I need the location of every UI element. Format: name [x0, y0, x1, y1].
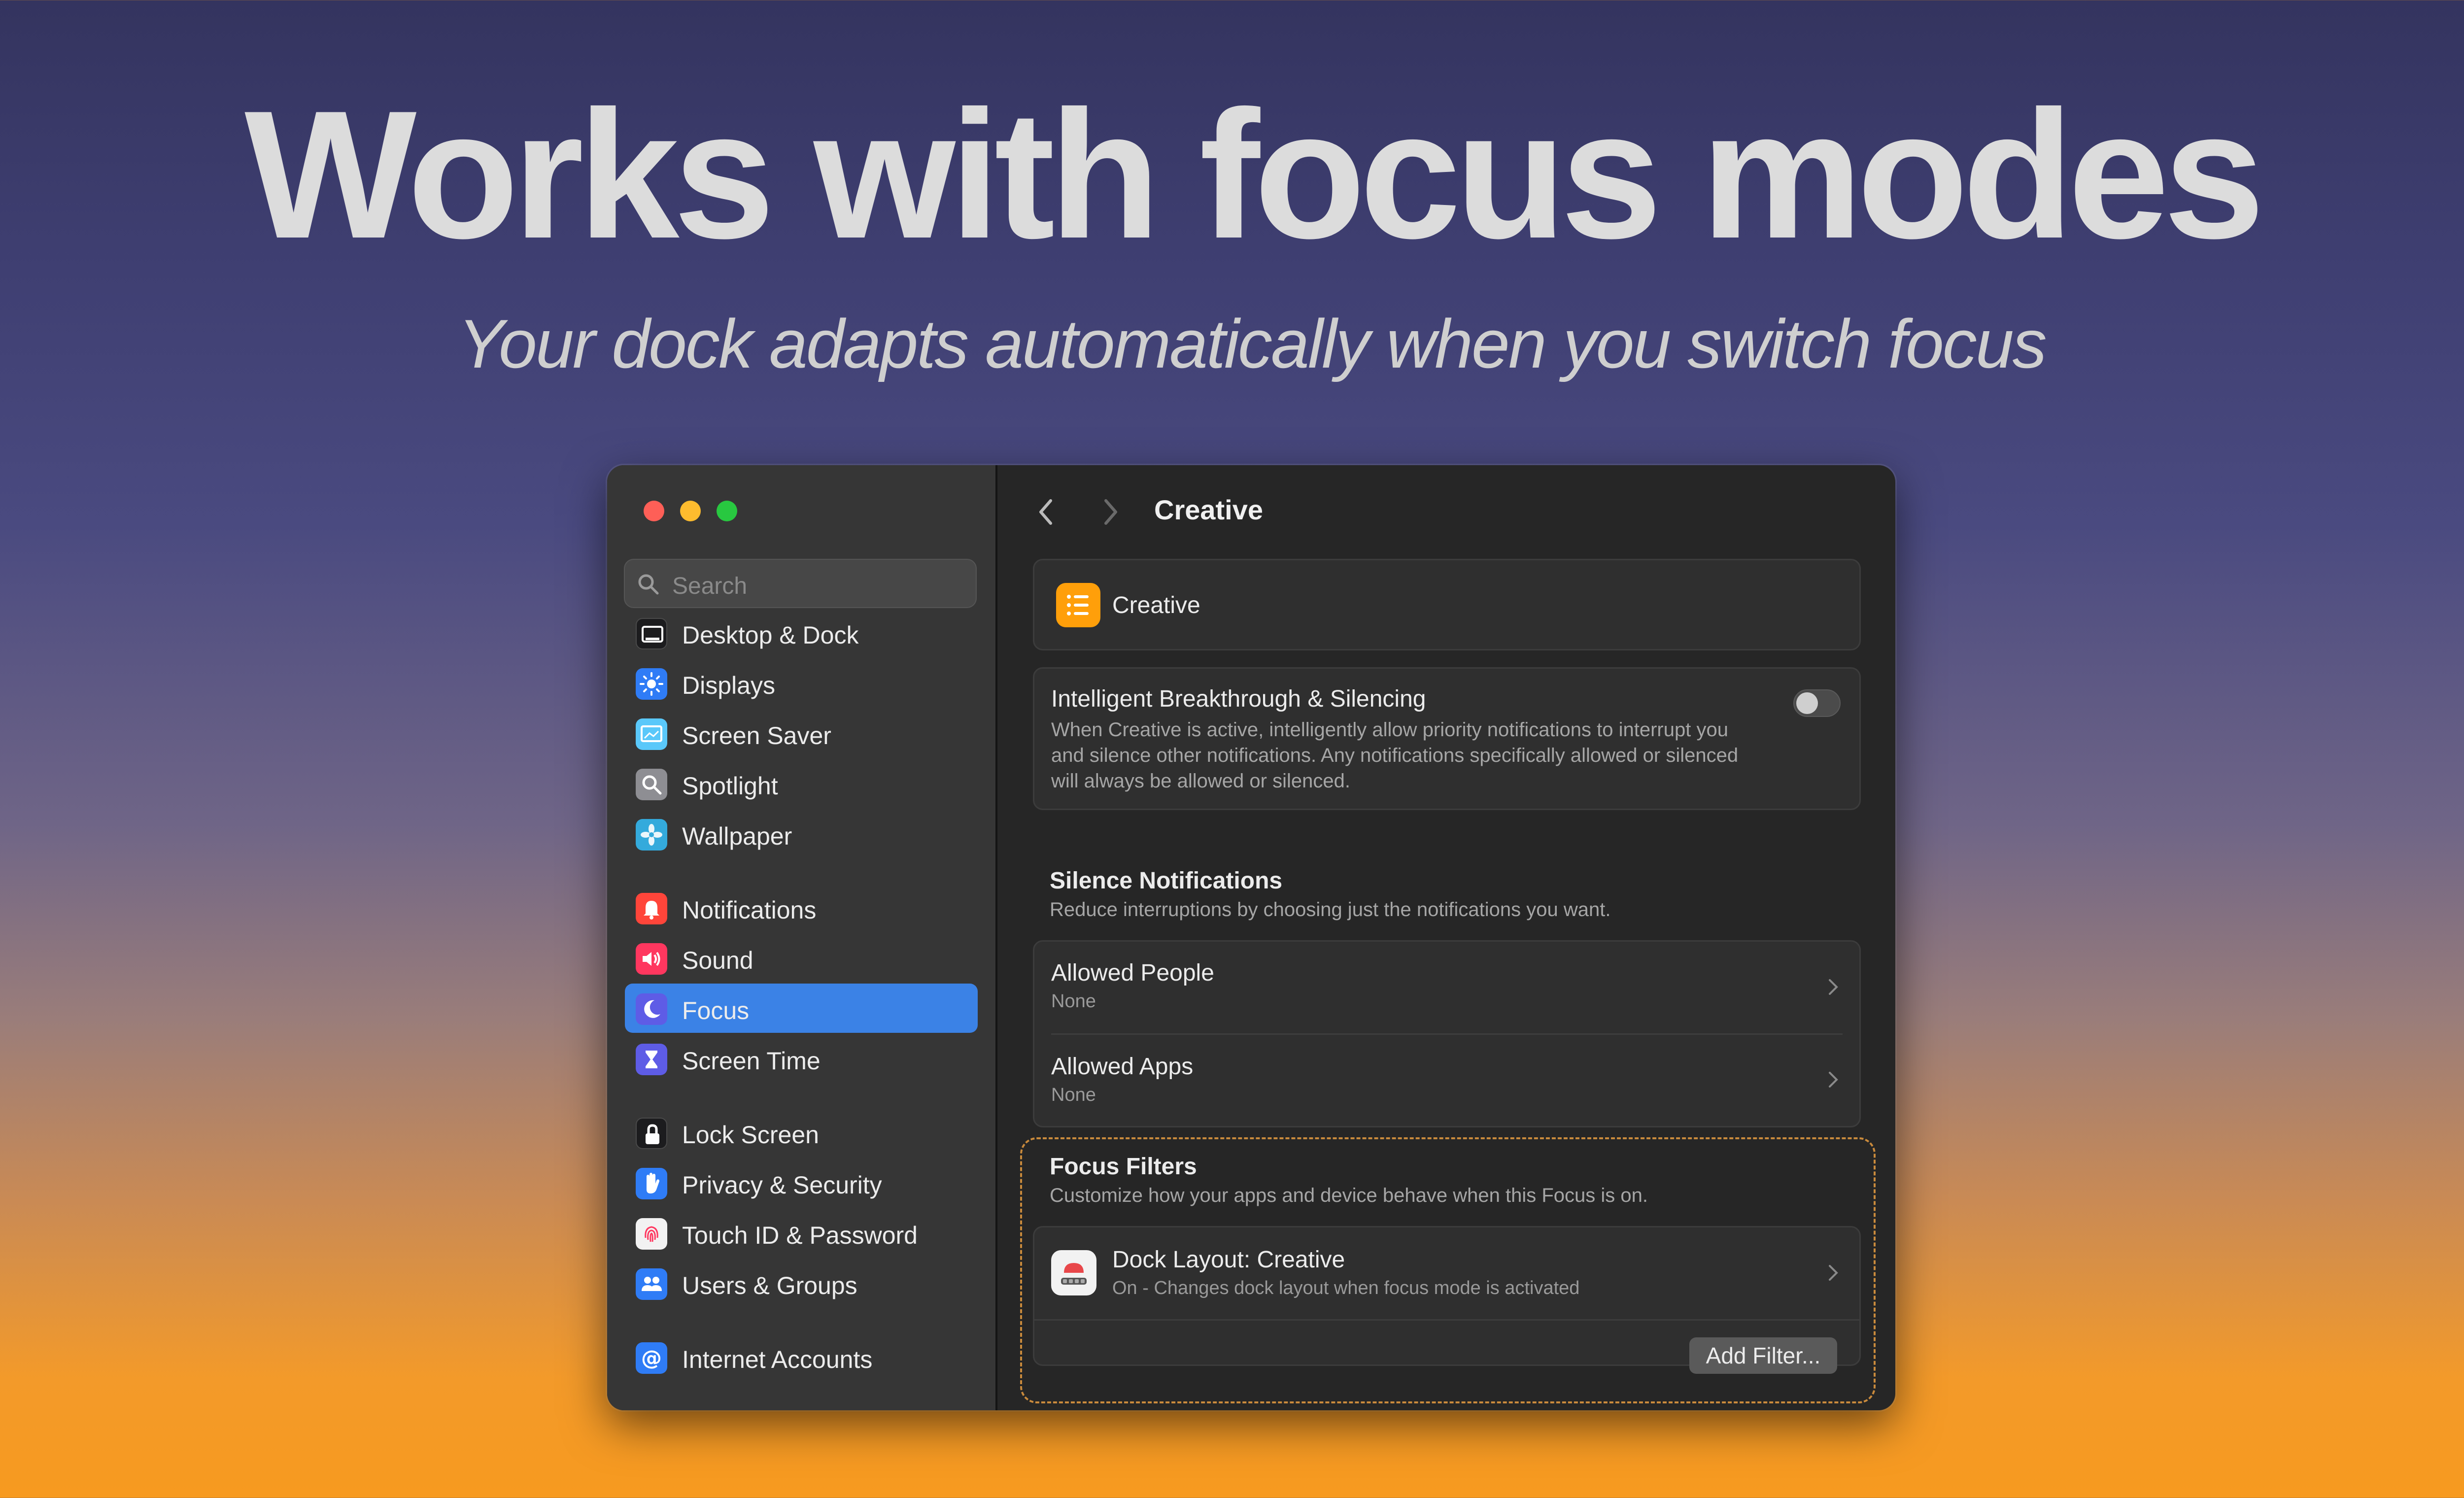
silence-section-subtitle: Reduce interruptions by choosing just th… [1050, 899, 1611, 920]
sidebar-item-label: Sound [682, 947, 753, 974]
lock-icon [636, 1118, 667, 1149]
sidebar-item-label: Screen Time [682, 1047, 821, 1075]
hand-icon [636, 1168, 667, 1199]
speaker-icon [636, 943, 667, 975]
toggle-knob [1796, 692, 1818, 714]
dock-layout-filter-title: Dock Layout: Creative [1112, 1247, 1345, 1273]
silence-card: Allowed People None Allowed Apps None [1033, 940, 1861, 1127]
sidebar-item-label: Displays [682, 672, 775, 699]
sidebar: Search Desktop & Dock Displays Screen Sa… [607, 465, 997, 1410]
filters-section-subtitle: Customize how your apps and device behav… [1050, 1185, 1648, 1206]
sidebar-item-privacy-security[interactable]: Privacy & Security [625, 1158, 978, 1207]
sidebar-item-spotlight[interactable]: Spotlight [625, 759, 978, 808]
zoom-window-button[interactable] [717, 501, 737, 521]
sidebar-item-label: Notifications [682, 896, 817, 924]
allowed-apps-row[interactable]: Allowed Apps None [1034, 1035, 1859, 1128]
divider [1034, 1319, 1859, 1321]
list-icon [1056, 583, 1100, 627]
allowed-apps-title: Allowed Apps [1051, 1054, 1194, 1080]
hero-title: Works with focus modes [244, 73, 2265, 276]
minimize-window-button[interactable] [680, 501, 701, 521]
allowed-people-title: Allowed People [1051, 960, 1214, 986]
sidebar-item-users-groups[interactable]: Users & Groups [625, 1259, 978, 1308]
dock-layout-app-icon [1051, 1250, 1096, 1295]
users-icon [636, 1268, 667, 1300]
sidebar-item-label: Wallpaper [682, 822, 792, 850]
search-icon [638, 574, 659, 595]
chevron-right-icon [1829, 979, 1838, 995]
sidebar-item-screen-time[interactable]: Screen Time [625, 1034, 978, 1083]
silence-section-title: Silence Notifications [1050, 868, 1283, 894]
settings-window: Search Desktop & Dock Displays Screen Sa… [607, 465, 1895, 1410]
breakthrough-title: Intelligent Breakthrough & Silencing [1051, 686, 1426, 712]
page-title: Creative [1154, 494, 1264, 525]
spotlight-icon [636, 769, 667, 800]
sidebar-item-desktop-dock[interactable]: Desktop & Dock [625, 608, 978, 657]
sidebar-item-label: Users & Groups [682, 1272, 857, 1299]
hourglass-icon [636, 1044, 667, 1075]
sidebar-item-label: Focus [682, 997, 750, 1024]
add-filter-button[interactable]: Add Filter... [1689, 1337, 1837, 1374]
desktop-dock-icon [636, 618, 667, 649]
svg-text:@: @ [641, 1346, 662, 1370]
sidebar-item-label: Lock Screen [682, 1121, 819, 1149]
bell-icon [636, 893, 667, 924]
sidebar-item-label: Spotlight [682, 772, 778, 800]
hero-subtitle: Your dock adapts automatically when you … [458, 305, 2047, 382]
filters-section-title: Focus Filters [1050, 1154, 1197, 1180]
forward-button[interactable] [1099, 496, 1122, 528]
sidebar-item-label: Internet Accounts [682, 1346, 873, 1373]
back-button[interactable] [1035, 496, 1058, 528]
dock-layout-filter-subtitle: On - Changes dock layout when focus mode… [1112, 1278, 1580, 1298]
focus-name-card[interactable]: Creative [1033, 559, 1861, 650]
divider [1051, 1033, 1843, 1035]
sidebar-item-wallpaper[interactable]: Wallpaper [625, 809, 978, 858]
allowed-people-row[interactable]: Allowed People None [1034, 942, 1859, 1034]
sidebar-item-touch-id[interactable]: Touch ID & Password [625, 1208, 978, 1258]
focus-name-label: Creative [1112, 592, 1200, 618]
wallpaper-icon [636, 819, 667, 851]
sidebar-item-internet-accounts[interactable]: @ Internet Accounts [625, 1332, 978, 1382]
allowed-apps-value: None [1051, 1085, 1096, 1105]
sidebar-item-label: Screen Saver [682, 722, 831, 749]
breakthrough-card: Intelligent Breakthrough & Silencing Whe… [1033, 667, 1861, 810]
breakthrough-toggle[interactable] [1793, 689, 1841, 717]
dock-layout-filter-row[interactable]: Dock Layout: Creative On - Changes dock … [1034, 1227, 1859, 1319]
sidebar-item-label: Touch ID & Password [682, 1222, 918, 1249]
sidebar-item-lock-screen[interactable]: Lock Screen [625, 1108, 978, 1157]
breakthrough-description: When Creative is active, intelligently a… [1051, 719, 1739, 792]
search-placeholder: Search [672, 573, 748, 599]
chevron-right-icon [1829, 1265, 1838, 1281]
sidebar-item-sound[interactable]: Sound [625, 933, 978, 983]
sidebar-item-screen-saver[interactable]: Screen Saver [625, 709, 978, 758]
fingerprint-icon [636, 1218, 667, 1250]
screen-saver-icon [636, 718, 667, 750]
sidebar-item-focus[interactable]: Focus [625, 984, 978, 1033]
sidebar-item-displays[interactable]: Displays [625, 658, 978, 708]
sidebar-item-notifications[interactable]: Notifications [625, 883, 978, 932]
search-input[interactable]: Search [624, 559, 977, 608]
displays-icon [636, 668, 667, 700]
moon-icon [636, 993, 667, 1025]
at-icon: @ [636, 1342, 667, 1374]
allowed-people-value: None [1051, 991, 1096, 1012]
sidebar-item-label: Desktop & Dock [682, 621, 859, 649]
close-window-button[interactable] [644, 501, 664, 521]
chevron-right-icon [1829, 1072, 1838, 1088]
sidebar-item-label: Privacy & Security [682, 1171, 882, 1199]
